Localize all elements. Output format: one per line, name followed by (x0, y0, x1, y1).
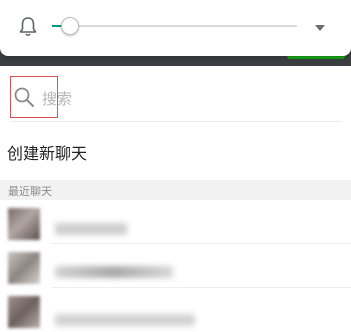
recent-chat-row[interactable] (0, 204, 351, 244)
avatar (8, 252, 40, 284)
volume-slider-thumb[interactable] (61, 17, 79, 35)
chat-name (55, 266, 173, 278)
recent-chat-row[interactable] (0, 248, 351, 288)
search-icon (14, 87, 34, 107)
recent-chats-header: 最近聊天 (0, 180, 351, 200)
row-divider (52, 287, 351, 288)
row-divider (52, 243, 351, 244)
search-input[interactable]: 搜索 (42, 88, 72, 109)
recent-chats-label: 最近聊天 (8, 185, 52, 198)
search-bar[interactable]: 搜索 (0, 75, 351, 122)
avatar (8, 296, 40, 328)
create-new-chat-button[interactable]: 创建新聊天 (7, 140, 87, 164)
recent-chat-row[interactable] (0, 292, 351, 332)
bell-icon[interactable] (18, 16, 38, 38)
chevron-down-icon[interactable] (312, 19, 328, 31)
avatar (8, 208, 40, 240)
chat-name (55, 314, 195, 326)
chat-name (55, 223, 127, 235)
volume-panel (0, 0, 351, 56)
volume-slider-track[interactable] (52, 25, 297, 27)
search-underline (10, 121, 341, 122)
